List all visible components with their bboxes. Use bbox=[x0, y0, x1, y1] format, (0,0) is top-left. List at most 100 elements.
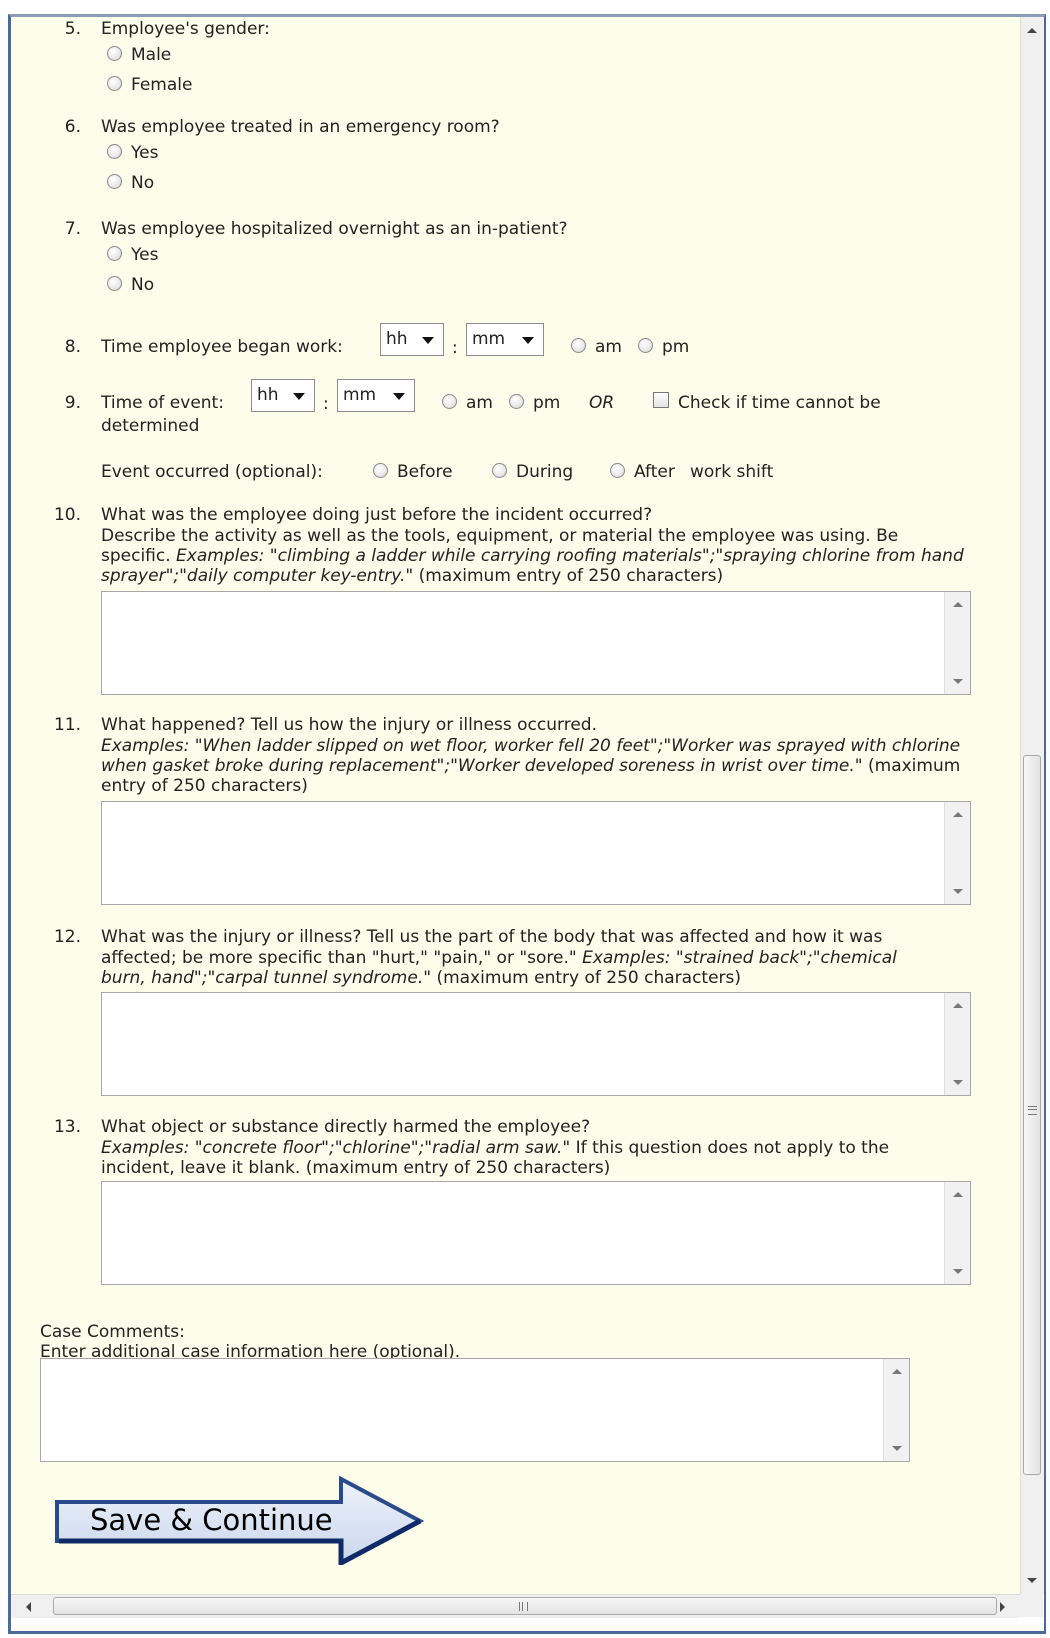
question-number: 5. bbox=[64, 19, 81, 39]
radio-label: No bbox=[131, 275, 155, 295]
horizontal-scrollbar[interactable] bbox=[11, 1594, 1020, 1618]
question-emergency-room: Was employee treated in an emergency roo… bbox=[101, 117, 500, 137]
radio-er-yes[interactable] bbox=[107, 144, 122, 159]
radio-event-am[interactable] bbox=[442, 394, 457, 409]
save-continue-button[interactable]: Save & Continue bbox=[45, 1475, 425, 1568]
scroll-up-icon[interactable] bbox=[1027, 28, 1037, 33]
began-minute-select[interactable]: mm bbox=[466, 323, 544, 356]
description-line: affected; be more specific than "hurt," … bbox=[101, 948, 1001, 968]
event-minute-select[interactable]: mm bbox=[337, 379, 415, 412]
question-description: Examples: "When ladder slipped on wet fl… bbox=[101, 736, 1006, 796]
scroll-down-icon[interactable] bbox=[953, 1269, 963, 1274]
time-colon: : bbox=[452, 338, 458, 358]
radio-label: am bbox=[595, 337, 622, 357]
examples-text: Examples: "climbing a ladder while carry… bbox=[176, 546, 964, 566]
radio-label: Yes bbox=[131, 143, 159, 163]
question-number: 13. bbox=[53, 1117, 81, 1137]
scroll-right-icon[interactable] bbox=[1000, 1602, 1005, 1612]
scrollbar-corner bbox=[1020, 1594, 1043, 1617]
question-description: affected; be more specific than "hurt," … bbox=[101, 948, 1001, 988]
vertical-scrollbar[interactable] bbox=[1020, 17, 1044, 1594]
cannot-determine-checkbox[interactable] bbox=[653, 392, 669, 408]
or-label: OR bbox=[589, 393, 615, 413]
case-comments-title: Case Comments: bbox=[40, 1322, 185, 1342]
scroll-down-icon[interactable] bbox=[1027, 1578, 1037, 1583]
radio-before[interactable] bbox=[373, 463, 388, 478]
radio-hosp-no[interactable] bbox=[107, 276, 122, 291]
scroll-down-icon[interactable] bbox=[953, 1080, 963, 1085]
description-line: entry of 250 characters) bbox=[101, 776, 308, 796]
radio-label: During bbox=[516, 462, 574, 482]
examples-text: Examples: "strained back";"chemical bbox=[582, 948, 897, 968]
description-line: Describe the activity as well as the too… bbox=[101, 526, 899, 546]
scroll-left-icon[interactable] bbox=[26, 1602, 31, 1612]
question-what-happened: What happened? Tell us how the injury or… bbox=[101, 715, 597, 735]
description-text: affected; be more specific than "hurt," … bbox=[101, 948, 583, 968]
chevron-down-icon bbox=[422, 337, 434, 344]
question-injury: What was the injury or illness? Tell us … bbox=[101, 927, 883, 947]
description-line: Examples: "When ladder slipped on wet fl… bbox=[101, 736, 1006, 756]
scroll-down-icon[interactable] bbox=[953, 889, 963, 894]
grip-icon bbox=[1028, 1106, 1037, 1115]
examples-text: when gasket broke during replacement";"W… bbox=[101, 756, 863, 776]
scroll-up-icon[interactable] bbox=[953, 1192, 963, 1197]
scrollbar-thumb[interactable] bbox=[53, 1597, 997, 1615]
scroll-up-icon[interactable] bbox=[953, 602, 963, 607]
scroll-up-icon[interactable] bbox=[953, 812, 963, 817]
scroll-down-icon[interactable] bbox=[953, 679, 963, 684]
activity-textarea[interactable] bbox=[101, 591, 971, 695]
textarea-scrollbar[interactable] bbox=[944, 993, 970, 1095]
question-description: Describe the activity as well as the too… bbox=[101, 526, 1001, 586]
question-number: 6. bbox=[64, 117, 81, 137]
question-began-work: Time employee began work: bbox=[101, 337, 343, 357]
examples-text: sprayer";"daily computer key-entry." bbox=[101, 566, 414, 586]
radio-label: After bbox=[634, 462, 675, 482]
description-line: when gasket broke during replacement";"W… bbox=[101, 756, 1006, 776]
question-hospitalized: Was employee hospitalized overnight as a… bbox=[101, 219, 568, 239]
examples-text: burn, hand";"carpal tunnel syndrome." bbox=[101, 968, 432, 988]
description-text: (maximum entry of 250 characters) bbox=[413, 566, 724, 586]
cannot-determine-label-cont: determined bbox=[101, 416, 200, 436]
radio-label: Male bbox=[131, 45, 172, 65]
radio-began-pm[interactable] bbox=[638, 338, 653, 353]
radio-hosp-yes[interactable] bbox=[107, 246, 122, 261]
question-number: 10. bbox=[53, 505, 81, 525]
examples-text: Examples: "When ladder slipped on wet fl… bbox=[101, 736, 961, 756]
textarea-scrollbar[interactable] bbox=[944, 802, 970, 904]
began-hour-select[interactable]: hh bbox=[380, 323, 444, 356]
radio-after[interactable] bbox=[610, 463, 625, 478]
question-time-of-event: Time of event: bbox=[101, 393, 224, 413]
description-text: (maximum bbox=[862, 756, 961, 776]
case-comments-textarea[interactable] bbox=[40, 1358, 910, 1462]
radio-male[interactable] bbox=[107, 46, 122, 61]
scrollbar-thumb[interactable] bbox=[1023, 755, 1041, 1475]
textarea-scrollbar[interactable] bbox=[944, 592, 970, 694]
question-number: 8. bbox=[64, 337, 81, 357]
radio-during[interactable] bbox=[492, 463, 507, 478]
object-textarea[interactable] bbox=[101, 1181, 971, 1285]
radio-label: Yes bbox=[131, 245, 159, 265]
textarea-scrollbar[interactable] bbox=[883, 1359, 909, 1461]
radio-label: pm bbox=[533, 393, 561, 413]
scroll-up-icon[interactable] bbox=[892, 1369, 902, 1374]
description-text: specific. bbox=[101, 546, 177, 566]
scroll-down-icon[interactable] bbox=[892, 1446, 902, 1451]
event-occurred-label: Event occurred (optional): bbox=[101, 462, 323, 482]
radio-er-no[interactable] bbox=[107, 174, 122, 189]
textarea-scrollbar[interactable] bbox=[944, 1182, 970, 1284]
what-happened-textarea[interactable] bbox=[101, 801, 971, 905]
question-number: 12. bbox=[53, 927, 81, 947]
work-shift-label: work shift bbox=[690, 462, 774, 482]
form-content: 5. Employee's gender: Male Female 6. Was… bbox=[11, 17, 1020, 1594]
cannot-determine-label: Check if time cannot be bbox=[678, 393, 881, 413]
question-gender: Employee's gender: bbox=[101, 19, 270, 39]
select-value: hh bbox=[257, 385, 279, 405]
event-hour-select[interactable]: hh bbox=[251, 379, 315, 412]
injury-textarea[interactable] bbox=[101, 992, 971, 1096]
radio-label: pm bbox=[662, 337, 690, 357]
radio-female[interactable] bbox=[107, 76, 122, 91]
radio-began-am[interactable] bbox=[571, 338, 586, 353]
radio-event-pm[interactable] bbox=[509, 394, 524, 409]
question-number: 7. bbox=[64, 219, 81, 239]
scroll-up-icon[interactable] bbox=[953, 1003, 963, 1008]
